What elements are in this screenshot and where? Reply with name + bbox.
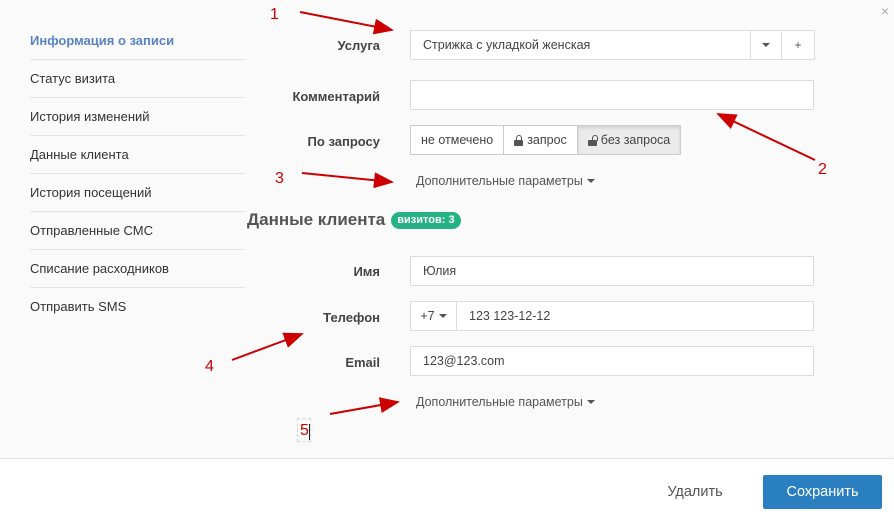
phone-input[interactable]: 123 123-12-12 <box>456 301 814 331</box>
phone-code-select[interactable]: +7 <box>410 301 457 331</box>
annotation-number-1: 1 <box>270 6 279 23</box>
chevron-down-icon <box>438 314 447 318</box>
annotation-number-3: 3 <box>275 170 284 187</box>
chevron-down-icon <box>586 179 595 183</box>
request-label: По запросу <box>307 134 380 149</box>
section-title-text: Данные клиента <box>247 210 386 229</box>
comment-input[interactable] <box>410 80 814 110</box>
request-option-requested[interactable]: запрос <box>504 126 578 154</box>
request-option-no-request[interactable]: без запроса <box>577 126 681 154</box>
service-dropdown-button[interactable] <box>750 30 782 60</box>
name-label: Имя <box>353 264 380 279</box>
request-option-label: без запроса <box>600 133 671 147</box>
lock-icon <box>514 134 524 146</box>
request-option-label: запрос <box>527 133 567 147</box>
phone-label: Телефон <box>323 310 380 325</box>
sidebar-item-client-data[interactable]: Данные клиента <box>30 136 245 174</box>
text-cursor <box>309 424 310 440</box>
more-params-label: Дополнительные параметры <box>416 395 583 409</box>
annotation-number-5: 5 <box>300 422 309 439</box>
email-label: Email <box>345 355 380 370</box>
sidebar-item-change-history[interactable]: История изменений <box>30 98 245 136</box>
record-modal: × Информация о записи Статус визита Исто… <box>0 0 894 523</box>
sidebar-item-visit-history[interactable]: История посещений <box>30 174 245 212</box>
sidebar: Информация о записи Статус визита Истори… <box>30 22 245 326</box>
request-option-unmarked[interactable]: не отмечено <box>411 126 505 154</box>
sidebar-item-visit-status[interactable]: Статус визита <box>30 60 245 98</box>
phone-code-value: +7 <box>420 309 435 323</box>
modal-footer: Удалить Сохранить <box>0 458 894 523</box>
chevron-down-icon <box>586 400 595 404</box>
close-icon[interactable]: × <box>881 3 889 19</box>
plus-icon: + <box>794 38 802 52</box>
annotation-arrow-3 <box>301 172 394 189</box>
visits-badge: визитов: 3 <box>391 211 461 229</box>
unlock-icon <box>587 134 598 146</box>
chevron-down-icon <box>762 43 770 47</box>
delete-button[interactable]: Удалить <box>652 476 738 508</box>
save-button[interactable]: Сохранить <box>763 475 882 509</box>
sidebar-item-consumables[interactable]: Списание расходников <box>30 250 245 288</box>
visit-more-params-link[interactable]: Дополнительные параметры <box>416 174 595 188</box>
sidebar-item-sent-sms[interactable]: Отправленные СМС <box>30 212 245 250</box>
annotation-number-2: 2 <box>818 161 827 178</box>
annotation-arrow-1 <box>299 11 394 35</box>
sidebar-item-send-sms[interactable]: Отправить SMS <box>30 288 245 326</box>
sidebar-item-record-info[interactable]: Информация о записи <box>30 22 245 60</box>
request-toggle: не отмечено запрос без запроса <box>410 125 682 155</box>
annotation-arrow-5 <box>329 397 400 415</box>
client-more-params-link[interactable]: Дополнительные параметры <box>416 395 595 409</box>
service-select[interactable]: Стрижка с укладкой женская <box>410 30 752 60</box>
client-section-title: Данные клиента визитов: 3 <box>247 210 461 230</box>
more-params-label: Дополнительные параметры <box>416 174 583 188</box>
email-input[interactable]: 123@123.com <box>410 346 814 376</box>
annotation-number-4: 4 <box>205 358 214 375</box>
request-option-label: не отмечено <box>421 133 494 147</box>
name-input[interactable]: Юлия <box>410 256 814 286</box>
add-service-button[interactable]: + <box>782 30 815 60</box>
service-label: Услуга <box>337 38 380 53</box>
annotation-arrow-2 <box>716 113 816 161</box>
comment-label: Комментарий <box>292 89 380 104</box>
